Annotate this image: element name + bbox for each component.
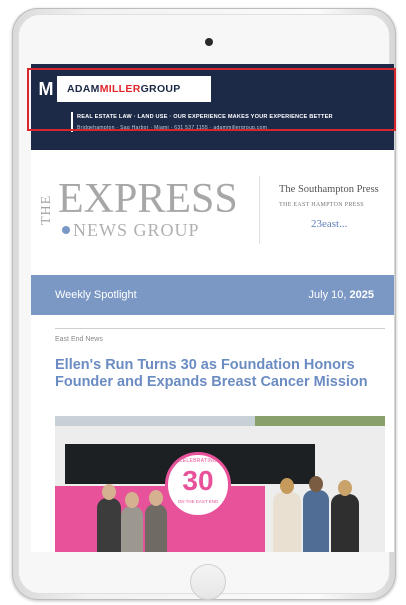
spotlight-year: 2025 — [349, 289, 374, 301]
email-screen: M ADAMMILLERGROUP REAL ESTATE LAW · LAND… — [31, 64, 394, 552]
article-kicker: East End News — [55, 336, 103, 343]
person-figure — [97, 498, 121, 552]
badge-top-text: CELEBRATING — [178, 458, 218, 464]
spotlight-date-prefix: July 10, — [308, 289, 347, 301]
person-head — [125, 492, 139, 508]
person-head — [338, 480, 352, 496]
spotlight-date: July 10, 2025 — [309, 289, 374, 301]
person-figure — [273, 492, 301, 552]
sister-publication-title[interactable]: The Southampton Press — [279, 184, 379, 195]
masthead-express: EXPRESS — [58, 176, 238, 222]
person-figure — [331, 494, 359, 552]
person-figure — [303, 490, 329, 552]
masthead-news-group: NEWS GROUP — [73, 220, 200, 240]
celebrating-30-badge: CELEBRATING 30 ON THE EAST END — [165, 452, 231, 518]
home-button[interactable] — [190, 564, 226, 600]
spotlight-label: Weekly Spotlight — [55, 289, 137, 301]
person-head — [309, 476, 323, 492]
badge-bottom-text: ON THE EAST END — [177, 499, 219, 504]
ad-highlight-box — [27, 68, 396, 131]
sister-publication-sub[interactable]: THE EAST HAMPTON PRESS — [279, 202, 364, 208]
dot-icon — [62, 226, 70, 234]
masthead-divider — [259, 176, 260, 244]
person-head — [280, 478, 294, 494]
masthead: THE EXPRESS NEWS GROUP The Southampton P… — [31, 162, 394, 257]
person-head — [102, 484, 116, 500]
section-rule — [55, 328, 385, 329]
photo-bus: CELEBRATING 30 ON THE EAST END — [55, 426, 385, 552]
person-head — [149, 490, 163, 506]
article-headline[interactable]: Ellen's Run Turns 30 as Foundation Honor… — [55, 357, 385, 391]
article-photo[interactable]: CELEBRATING 30 ON THE EAST END — [55, 416, 385, 552]
masthead-the: THE — [39, 194, 54, 226]
person-figure — [121, 506, 143, 552]
sister-publication-23east[interactable]: 23east... — [311, 218, 347, 230]
camera-icon — [205, 38, 213, 46]
person-figure — [145, 504, 167, 552]
badge-number: 30 — [182, 465, 214, 496]
spotlight-bar: Weekly Spotlight July 10, 2025 — [31, 275, 394, 315]
